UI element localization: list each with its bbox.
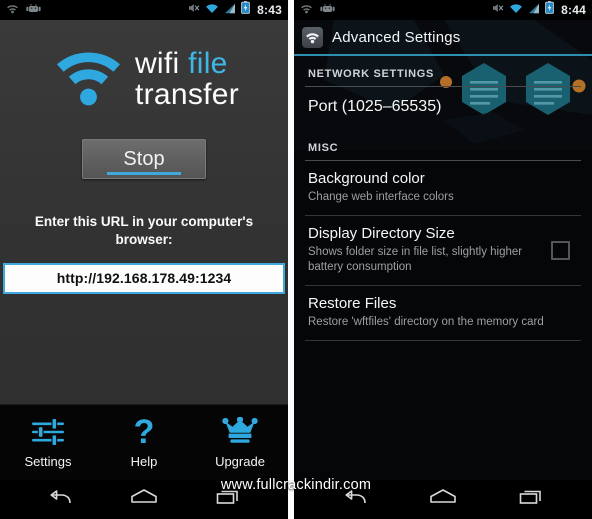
setting-row-restore-files[interactable]: Restore Files Restore 'wftfiles' directo… bbox=[294, 286, 592, 340]
setting-row-restore-files-subtitle: Restore 'wftfiles' directory on the memo… bbox=[308, 316, 544, 329]
action-bar: Advanced Settings bbox=[294, 20, 592, 54]
home-icon[interactable] bbox=[429, 487, 457, 512]
setting-row-restore-files-main: Restore Files Restore 'wftfiles' directo… bbox=[308, 295, 578, 330]
tab-settings[interactable]: Settings bbox=[0, 405, 96, 480]
status-bar-system-icons: 8:43 bbox=[188, 1, 282, 19]
wifi-arc-icon bbox=[53, 46, 123, 113]
status-bar-system-icons-right: 8:44 bbox=[492, 1, 586, 19]
setting-row-display-directory-size-title: Display Directory Size bbox=[308, 224, 455, 242]
tab-help-label: Help bbox=[130, 454, 158, 469]
right-phone-content: Advanced Settings NETWORK SETTINGS Port … bbox=[294, 20, 592, 519]
tab-upgrade-label: Upgrade bbox=[215, 454, 265, 469]
tab-upgrade[interactable]: Upgrade bbox=[192, 405, 288, 480]
cell-signal-icon bbox=[528, 1, 540, 19]
left-content-spacer bbox=[0, 294, 288, 404]
setting-row-port-main: Port (1025–65535) bbox=[308, 97, 578, 117]
url-field[interactable]: http://192.168.178.49:1234 bbox=[3, 262, 285, 294]
app-logo: wifi file transfer bbox=[0, 46, 288, 113]
url-value: http://192.168.178.49:1234 bbox=[56, 270, 232, 287]
section-header-misc: MISC bbox=[308, 141, 339, 154]
setting-row-display-directory-size-main: Display Directory Size Shows folder size… bbox=[308, 225, 545, 275]
mute-icon bbox=[492, 1, 504, 19]
back-icon[interactable] bbox=[47, 487, 73, 512]
wifi-signal-icon bbox=[205, 1, 219, 19]
tab-settings-label: Settings bbox=[24, 454, 72, 469]
tab-help[interactable]: ? Help bbox=[96, 405, 192, 480]
screenshot-stage: 8:43 wifi file transfer Stop Enter this … bbox=[0, 0, 592, 519]
section-header-network: NETWORK SETTINGS bbox=[308, 68, 435, 80]
logo-word-transfer: transfer bbox=[134, 77, 240, 111]
wifi-icon bbox=[300, 1, 313, 19]
cell-signal-icon bbox=[224, 1, 236, 19]
app-logo-text: wifi file transfer bbox=[134, 46, 240, 111]
right-nav-bar bbox=[294, 480, 592, 519]
setting-row-background-color-subtitle: Change web interface colors bbox=[308, 190, 454, 203]
right-phone-screenshot: 8:44 Advanced Settings NETWORK SETTINGS … bbox=[294, 0, 592, 519]
question-mark-icon: ? bbox=[133, 413, 155, 451]
page-title: Advanced Settings bbox=[332, 28, 461, 46]
left-nav-bar bbox=[0, 480, 288, 519]
logo-word-wifi: wifi bbox=[134, 46, 180, 80]
status-bar-notifications bbox=[6, 1, 41, 19]
left-status-bar: 8:43 bbox=[0, 0, 288, 20]
bottom-tab-bar: Settings ? Help Upgrade bbox=[0, 404, 288, 480]
app-wifi-icon bbox=[302, 26, 323, 48]
status-bar-clock: 8:44 bbox=[561, 3, 586, 17]
stop-button-container: Stop bbox=[0, 139, 288, 179]
setting-row-display-directory-size-subtitle: Shows folder size in file list, slightly… bbox=[308, 246, 523, 273]
logo-word-file: file bbox=[188, 46, 228, 80]
left-phone-content: wifi file transfer Stop Enter this URL i… bbox=[0, 20, 288, 519]
setting-row-restore-files-title: Restore Files bbox=[308, 294, 397, 312]
setting-row-background-color-main: Background color Change web interface co… bbox=[308, 170, 578, 205]
setting-row-port-title: Port (1025–65535) bbox=[308, 98, 442, 115]
back-icon[interactable] bbox=[342, 487, 368, 512]
status-bar-clock: 8:43 bbox=[257, 3, 282, 17]
setting-row-background-color[interactable]: Background color Change web interface co… bbox=[294, 161, 592, 215]
mute-icon bbox=[188, 1, 200, 19]
home-icon[interactable] bbox=[130, 487, 158, 512]
action-bar-divider bbox=[294, 54, 592, 56]
wifi-signal-icon bbox=[509, 1, 523, 19]
left-phone-screenshot: 8:43 wifi file transfer Stop Enter this … bbox=[0, 0, 288, 519]
stop-button[interactable]: Stop bbox=[82, 139, 206, 179]
crown-icon bbox=[222, 416, 258, 448]
battery-icon bbox=[241, 1, 251, 19]
right-status-bar: 8:44 bbox=[294, 0, 592, 20]
row-divider-3 bbox=[305, 340, 581, 342]
battery-icon bbox=[545, 1, 555, 19]
android-robot-icon bbox=[320, 1, 335, 19]
wifi-icon bbox=[6, 1, 19, 19]
status-bar-notifications-right bbox=[300, 1, 335, 19]
sliders-icon bbox=[31, 416, 65, 448]
display-directory-size-checkbox[interactable] bbox=[551, 240, 570, 260]
recents-icon[interactable] bbox=[518, 487, 544, 512]
setting-row-port[interactable]: Port (1025–65535) bbox=[294, 87, 592, 131]
setting-row-background-color-title: Background color bbox=[308, 169, 425, 187]
android-robot-icon bbox=[26, 1, 41, 19]
setting-row-display-directory-size[interactable]: Display Directory Size Shows folder size… bbox=[294, 216, 592, 285]
recents-icon[interactable] bbox=[215, 487, 241, 512]
url-prompt-label: Enter this URL in your computer's browse… bbox=[34, 214, 254, 247]
